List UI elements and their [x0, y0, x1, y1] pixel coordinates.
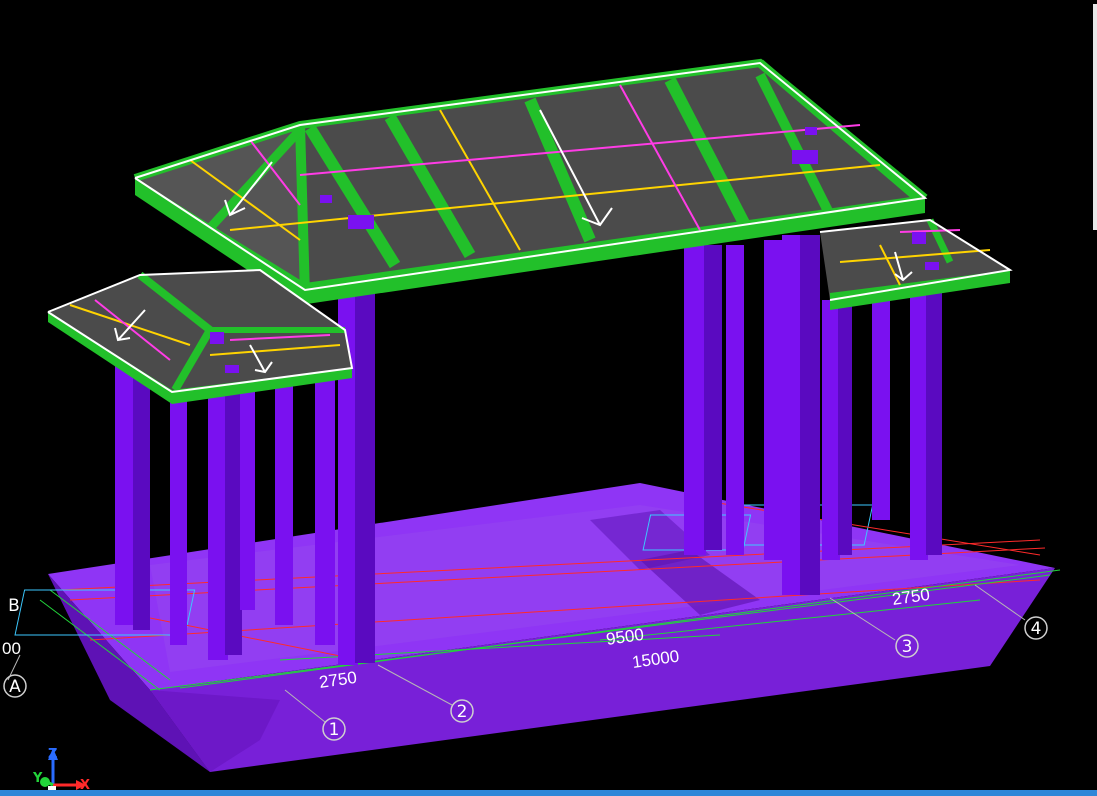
- model-viewport[interactable]: 2750 9500 15000 2750 00 1 2 3 4 A B Z X …: [0, 0, 1097, 790]
- axis-z-label: Z: [48, 747, 57, 762]
- grid-bubble-4[interactable]: 4: [1024, 616, 1048, 640]
- svg-text:A: A: [9, 677, 21, 697]
- axis-x-label: X: [80, 778, 90, 790]
- axis-triad: Z X Y: [32, 747, 90, 790]
- bottom-status-strip: [0, 790, 1097, 796]
- vertical-scrollbar[interactable]: [1093, 4, 1097, 230]
- structure-3d-view[interactable]: 2750 9500 15000 2750 00 1 2 3 4 A B Z X …: [0, 0, 1097, 790]
- right-small-roof[interactable]: [819, 218, 1013, 310]
- svg-text:3: 3: [902, 637, 913, 657]
- grid-bubble-a[interactable]: A: [3, 674, 27, 698]
- dim-left-partial: 00: [2, 639, 21, 658]
- grid-bubble-b[interactable]: B: [8, 596, 20, 616]
- svg-text:2: 2: [457, 702, 468, 722]
- svg-text:4: 4: [1031, 619, 1042, 639]
- svg-text:B: B: [8, 596, 20, 616]
- axis-y-label: Y: [32, 771, 43, 786]
- svg-text:1: 1: [329, 720, 340, 740]
